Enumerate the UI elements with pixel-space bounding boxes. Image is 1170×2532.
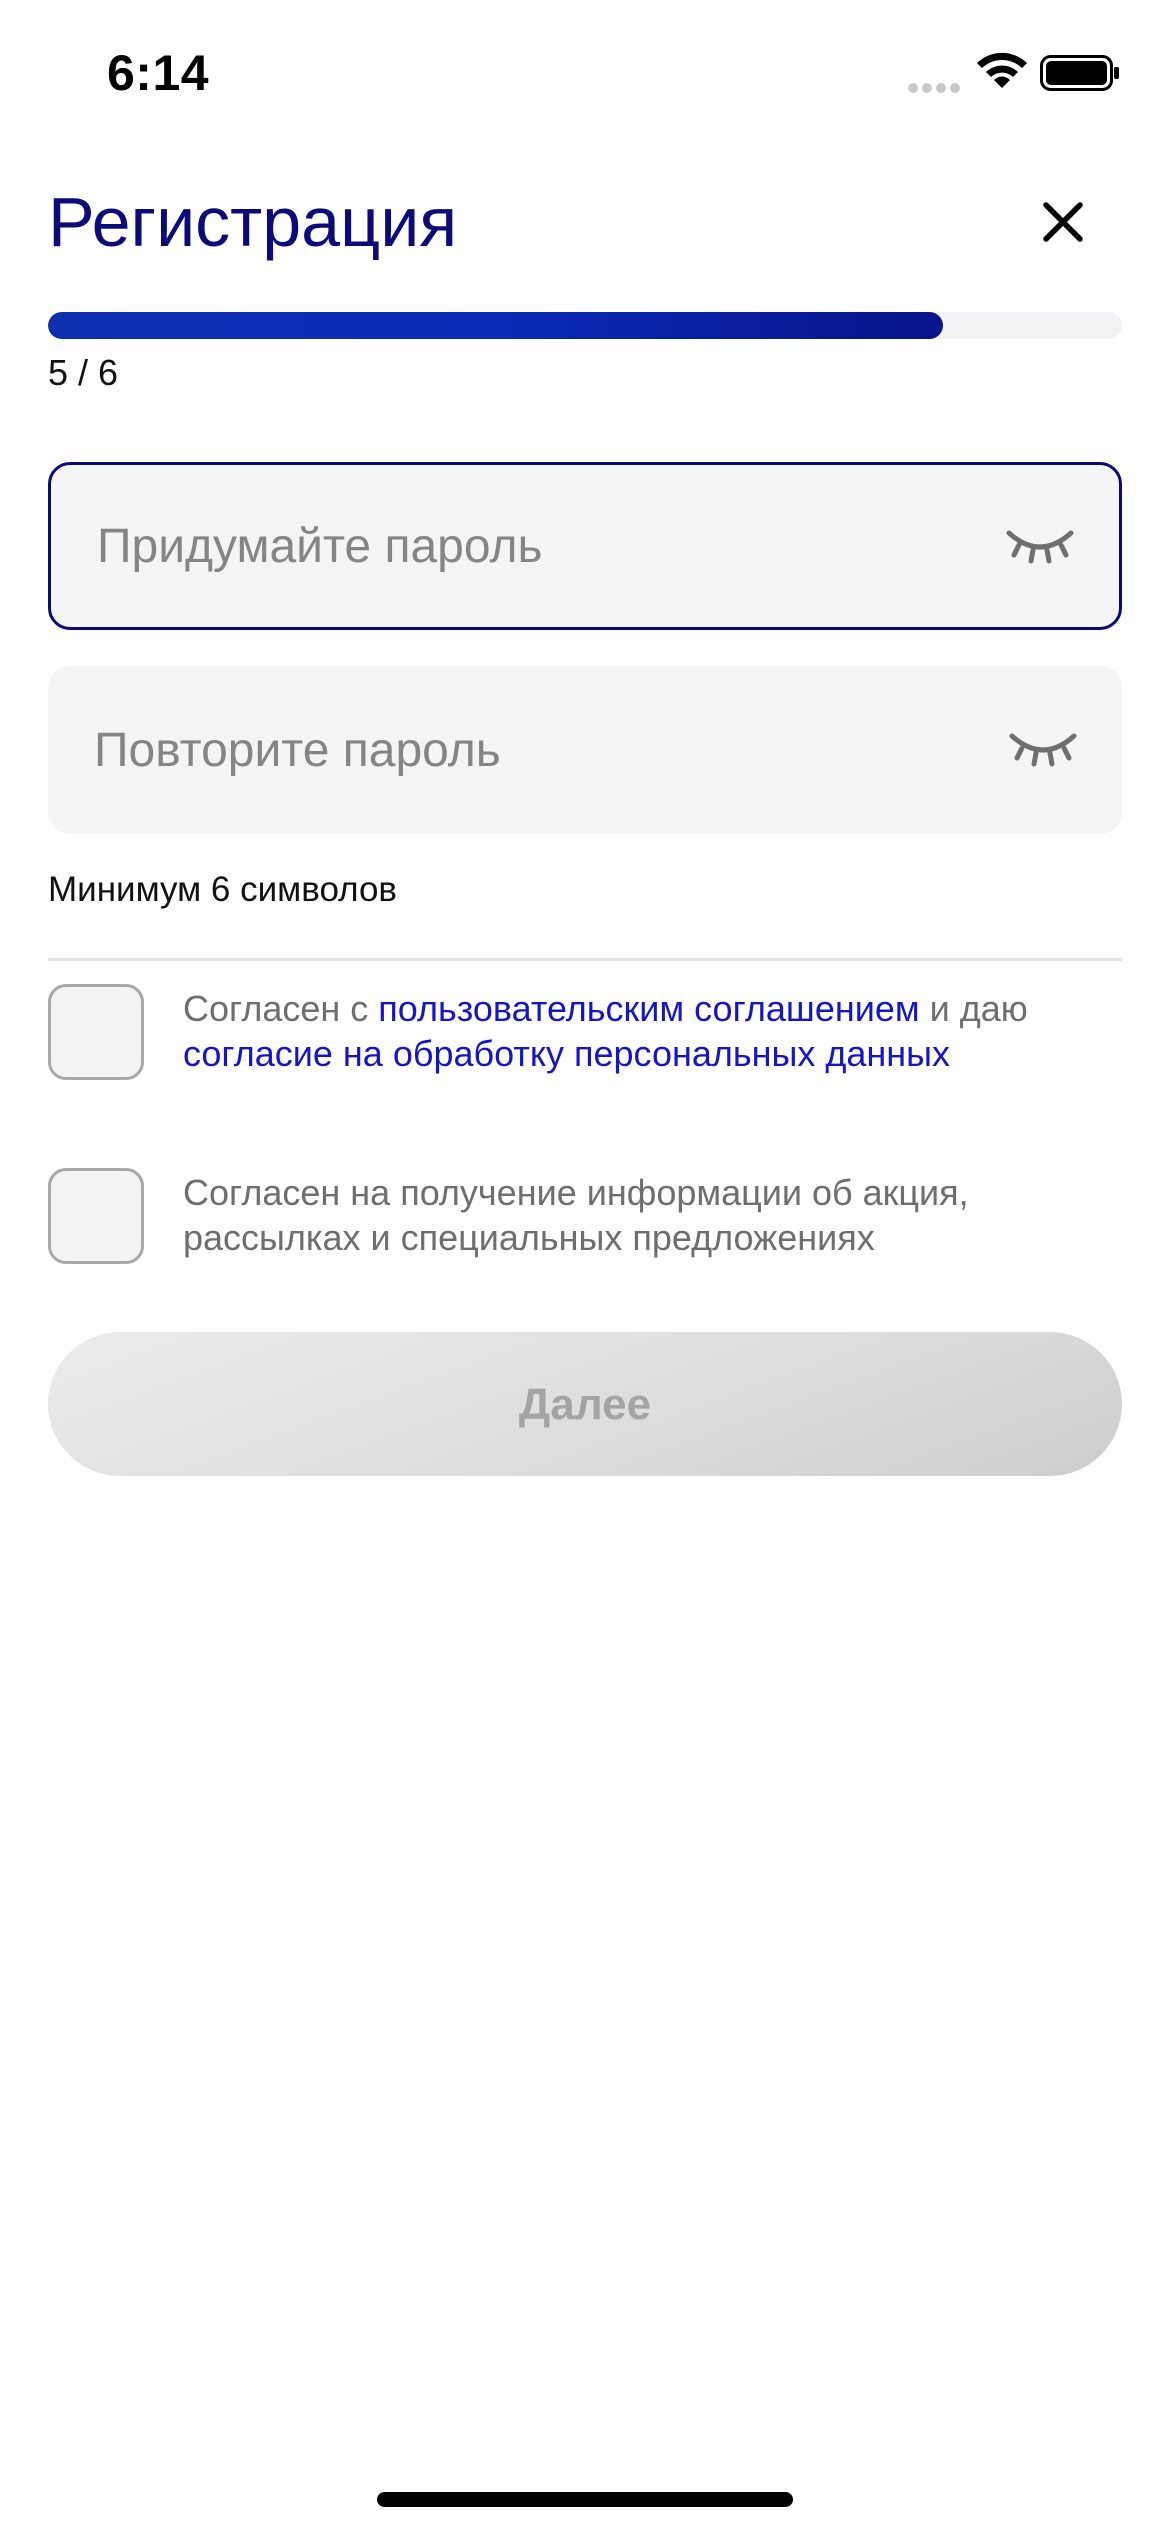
- progress-label: 5 / 6: [48, 352, 119, 393]
- divider: [48, 958, 1122, 961]
- progress-bar: [48, 312, 1122, 339]
- progress-fill: [48, 312, 943, 339]
- marketing-checkbox[interactable]: [48, 1168, 144, 1264]
- status-bar: 6:14: [0, 0, 1170, 150]
- personal-data-consent-link[interactable]: согласие на обработку персональных данны…: [183, 1033, 950, 1074]
- password-field[interactable]: [48, 462, 1122, 630]
- terms-text-before: Согласен с: [183, 988, 379, 1029]
- page-title: Регистрация: [48, 183, 458, 261]
- terms-agreement-text: Согласен с пользовательским соглашением …: [183, 986, 1123, 1076]
- battery-icon: [1040, 55, 1119, 91]
- eye-closed-icon[interactable]: [1005, 525, 1075, 565]
- cellular-signal-icon: [908, 83, 960, 93]
- terms-checkbox[interactable]: [48, 984, 144, 1080]
- eye-closed-icon[interactable]: [1008, 728, 1078, 768]
- password-repeat-input[interactable]: [94, 666, 974, 834]
- terms-text-middle: и даю: [919, 988, 1028, 1029]
- next-button[interactable]: Далее: [48, 1332, 1122, 1476]
- password-hint: Минимум 6 символов: [48, 870, 398, 909]
- wifi-icon: [977, 52, 1027, 88]
- marketing-agreement-text: Согласен на получение информации об акци…: [183, 1172, 969, 1258]
- close-icon[interactable]: [1033, 192, 1093, 252]
- user-agreement-link[interactable]: пользовательским соглашением: [378, 988, 919, 1029]
- status-time: 6:14: [107, 45, 210, 101]
- password-input[interactable]: [97, 465, 977, 627]
- password-repeat-field[interactable]: [48, 666, 1122, 834]
- home-indicator[interactable]: [377, 2492, 793, 2507]
- registration-screen: 6:14 Регистрация 5 / 6 Минимум 6 символо…: [0, 0, 1170, 2532]
